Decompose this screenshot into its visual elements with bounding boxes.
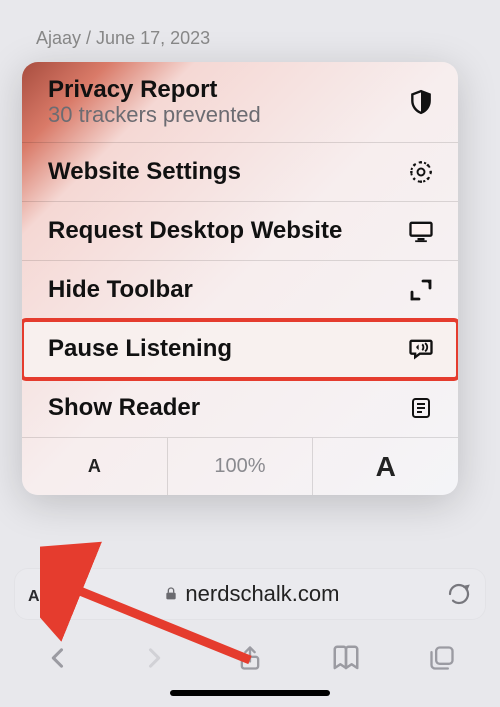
hide-toolbar-label: Hide Toolbar bbox=[48, 276, 193, 304]
aa-big-icon: A bbox=[40, 580, 57, 608]
zoom-in-button[interactable]: A bbox=[313, 438, 458, 495]
lock-icon bbox=[163, 586, 179, 602]
share-button[interactable] bbox=[233, 641, 267, 675]
byline: Ajaay / June 17, 2023 bbox=[36, 28, 210, 49]
back-button[interactable] bbox=[41, 641, 75, 675]
bottom-toolbar bbox=[0, 632, 500, 684]
gear-icon bbox=[406, 157, 436, 187]
privacy-report-row[interactable]: Privacy Report 30 trackers prevented bbox=[22, 62, 458, 143]
aa-button[interactable]: AA bbox=[28, 580, 57, 608]
safari-aa-menu: Privacy Report 30 trackers prevented Web… bbox=[22, 62, 458, 495]
reload-button[interactable] bbox=[446, 581, 472, 607]
forward-button bbox=[137, 641, 171, 675]
request-desktop-row[interactable]: Request Desktop Website bbox=[22, 202, 458, 261]
website-settings-row[interactable]: Website Settings bbox=[22, 143, 458, 202]
address-bar[interactable]: AA nerdschalk.com bbox=[14, 568, 486, 620]
hide-toolbar-row[interactable]: Hide Toolbar bbox=[22, 261, 458, 320]
zoom-controls: A 100% A bbox=[22, 437, 458, 495]
privacy-report-label: Privacy Report bbox=[48, 76, 261, 104]
bookmarks-button[interactable] bbox=[329, 641, 363, 675]
shield-icon bbox=[406, 87, 436, 117]
desktop-icon bbox=[406, 216, 436, 246]
expand-icon bbox=[406, 275, 436, 305]
domain-display: nerdschalk.com bbox=[163, 581, 339, 607]
domain-text: nerdschalk.com bbox=[185, 581, 339, 607]
website-settings-label: Website Settings bbox=[48, 158, 241, 186]
aa-small-icon: A bbox=[28, 588, 40, 606]
show-reader-label: Show Reader bbox=[48, 394, 200, 422]
show-reader-row[interactable]: Show Reader bbox=[22, 379, 458, 437]
reader-icon bbox=[406, 393, 436, 423]
pause-listening-label: Pause Listening bbox=[48, 335, 232, 363]
speech-bubble-audio-icon bbox=[406, 334, 436, 364]
request-desktop-label: Request Desktop Website bbox=[48, 217, 342, 245]
pause-listening-row[interactable]: Pause Listening bbox=[22, 320, 458, 379]
privacy-report-sublabel: 30 trackers prevented bbox=[48, 102, 261, 128]
home-indicator bbox=[170, 690, 330, 696]
zoom-out-button[interactable]: A bbox=[22, 438, 168, 495]
tabs-button[interactable] bbox=[425, 641, 459, 675]
zoom-percent: 100% bbox=[168, 438, 314, 495]
